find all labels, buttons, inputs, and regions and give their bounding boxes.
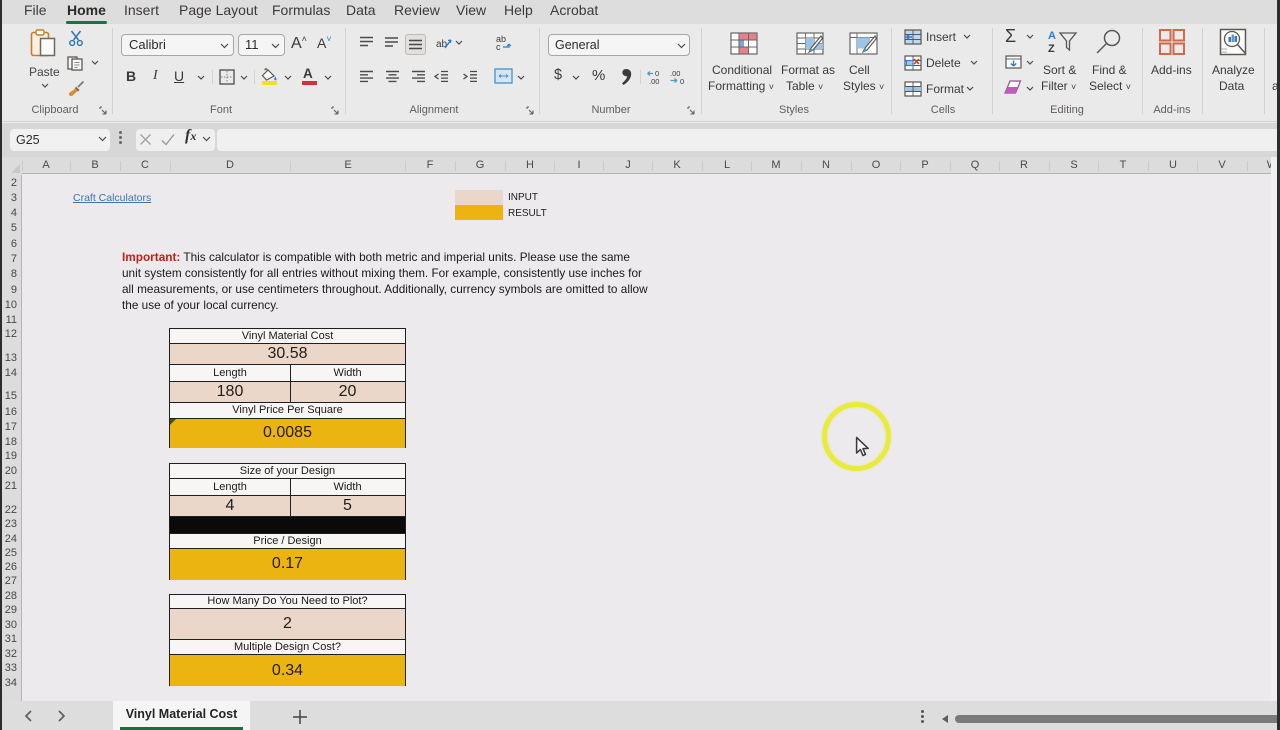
svg-text:0: 0 (680, 77, 684, 85)
svg-text:Z: Z (1048, 43, 1055, 55)
svg-text:ab: ab (436, 39, 448, 50)
svg-text:.00: .00 (649, 77, 659, 85)
svg-text:c: c (496, 42, 501, 51)
svg-text:A: A (1048, 30, 1056, 42)
svg-text:.00: .00 (670, 69, 680, 78)
